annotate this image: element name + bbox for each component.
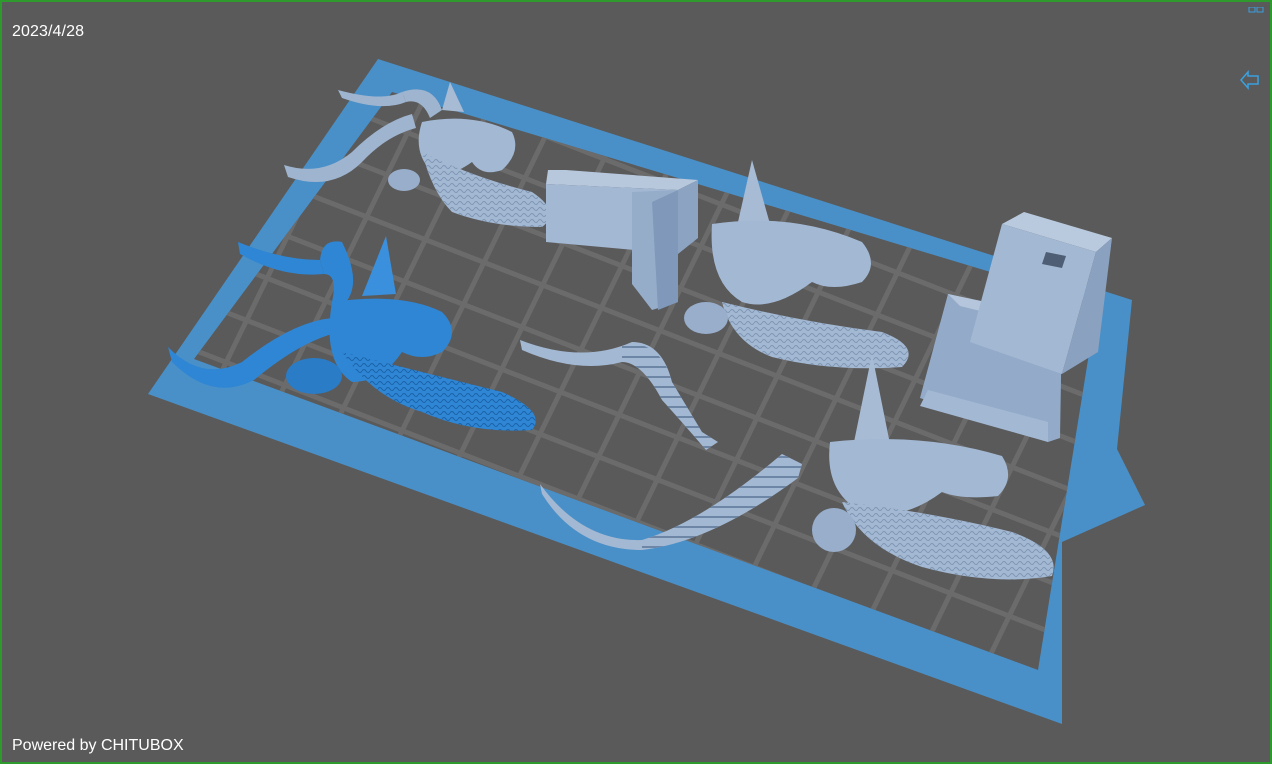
powered-by-label: Powered by CHITUBOX (12, 737, 184, 754)
date-label: 2023/4/28 (12, 23, 85, 40)
arrow-left-icon[interactable] (1238, 68, 1262, 92)
3d-viewport[interactable]: 2023/4/28 Powered by CHITUBOX (0, 0, 1272, 764)
build-scene[interactable] (2, 2, 1270, 762)
window-corner-icon (1248, 2, 1264, 13)
